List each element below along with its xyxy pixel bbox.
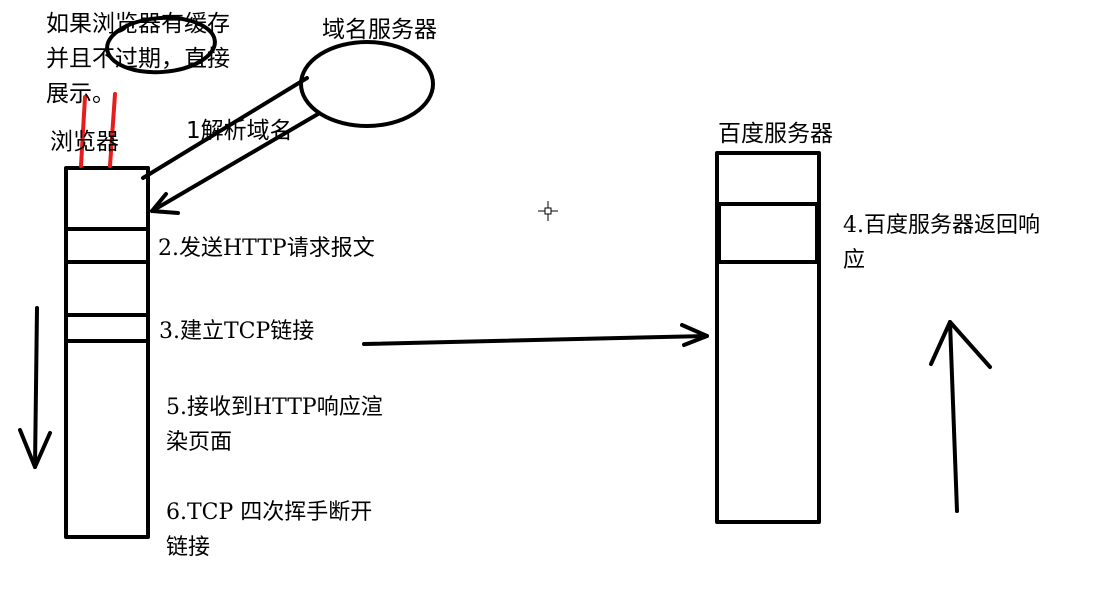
cache-note-line-2: 并且不过期，直接 — [46, 46, 230, 72]
server-label: 百度服务器 — [718, 121, 833, 147]
crosshair-cursor-icon — [538, 201, 558, 221]
cache-note-line-1: 如果浏览器有缓存 — [46, 11, 230, 37]
step-receive-render-line-1: 5.接收到HTTP响应渲 — [166, 395, 383, 420]
tcp-connect-arrow-shaft — [362, 334, 709, 346]
step-tcp-connect: 3.建立TCP链接 — [159, 319, 315, 344]
server-response-arrowhead — [929, 320, 992, 369]
step-server-response-line-1: 4.百度服务器返回响 — [843, 213, 1040, 238]
step-tcp-close-line-1: 6.TCP 四次挥手断开 — [166, 500, 373, 525]
cache-note-line-3: 展示。 — [46, 81, 115, 107]
step-server-response-line-2: 应 — [843, 248, 866, 273]
step-receive-render-line-2: 染页面 — [166, 430, 233, 455]
server-response-arrow-shaft — [948, 320, 959, 513]
server-column — [715, 151, 821, 524]
step-send-request: 2.发送HTTP请求报文 — [158, 236, 375, 261]
browser-label: 浏览器 — [50, 129, 119, 155]
browser-timeline-arrow-shaft — [33, 306, 39, 469]
browser-column — [64, 166, 150, 539]
server-response-block — [717, 202, 819, 264]
resolve-domain-label: 1解析域名 — [186, 118, 293, 144]
dns-server-ellipse — [299, 40, 435, 128]
step-tcp-close-line-2: 链接 — [166, 535, 211, 560]
dns-server-label: 域名服务器 — [322, 17, 437, 43]
